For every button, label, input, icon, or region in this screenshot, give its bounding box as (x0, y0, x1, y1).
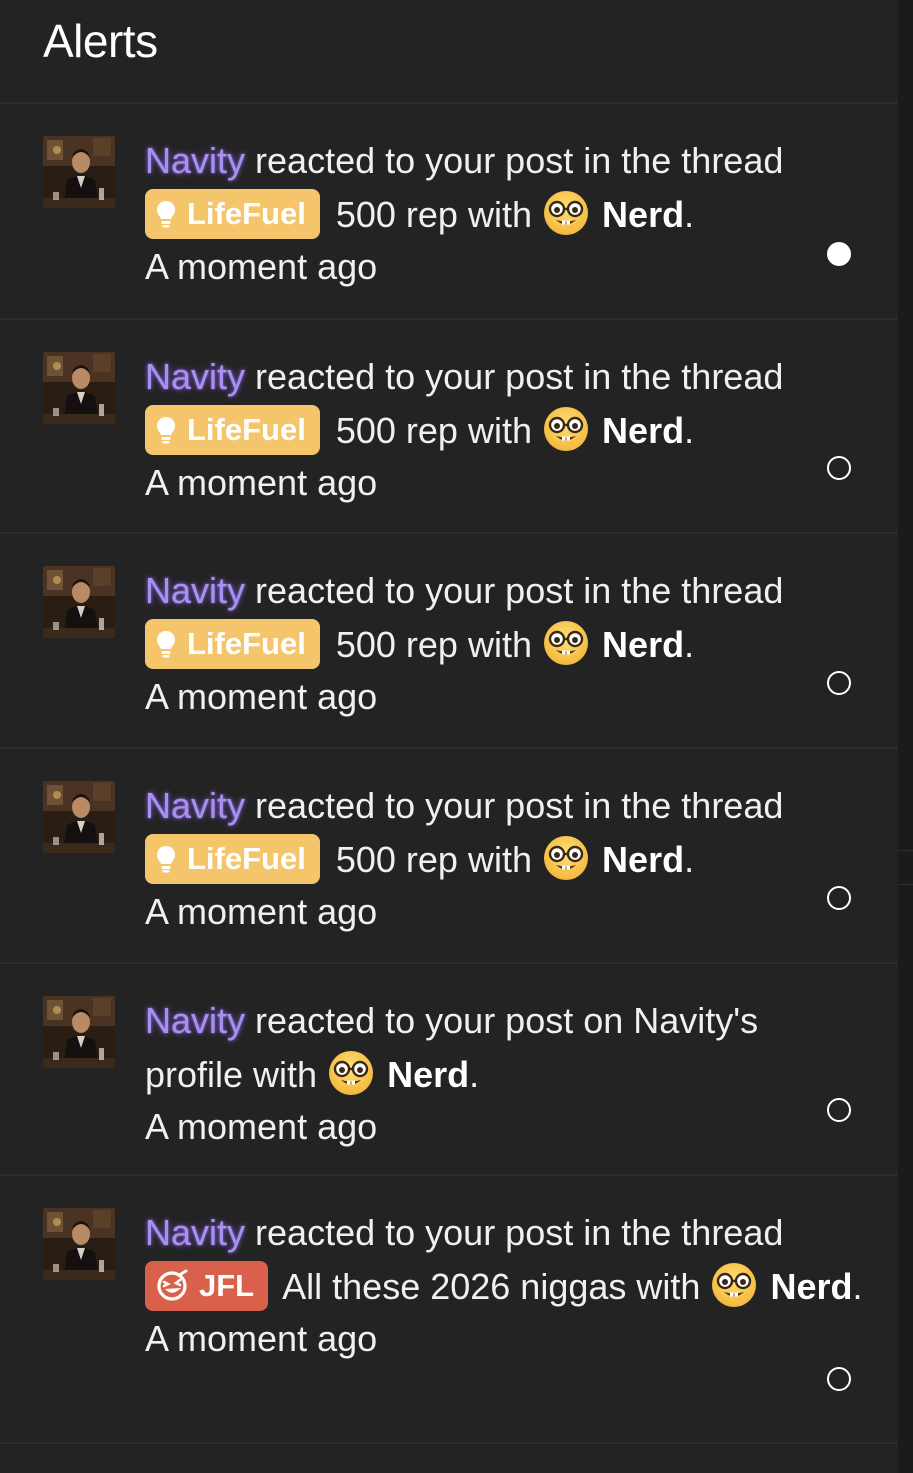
nerd-face-emoji-icon (542, 619, 590, 667)
alert-period: . (684, 410, 695, 451)
alert-timestamp: A moment ago (145, 891, 378, 933)
alert-text: with (636, 1266, 701, 1307)
thread-prefix-badge[interactable]: JFL (145, 1261, 269, 1312)
alert-period: . (469, 1054, 480, 1095)
mark-unread-toggle[interactable] (827, 1367, 851, 1391)
alert-text: with (467, 194, 533, 235)
thread-title-link[interactable]: 500 rep (336, 194, 458, 235)
nerd-face-emoji-icon (710, 1261, 758, 1309)
thread-title-link[interactable]: 500 rep (336, 624, 458, 665)
alert-text: with (467, 624, 533, 665)
alert-item[interactable]: Navity reacted to your post in the threa… (0, 1176, 898, 1444)
lightbulb-icon (155, 844, 177, 874)
nerd-face-emoji-icon (542, 834, 590, 882)
lightbulb-icon (155, 629, 177, 659)
alert-body: Navity reacted to your post in the threa… (145, 564, 865, 722)
alert-timestamp: A moment ago (145, 1318, 378, 1360)
reaction-name: Nerd (602, 194, 685, 235)
scrollbar[interactable] (898, 0, 913, 1473)
nerd-face-emoji-icon (327, 1049, 375, 1097)
avatar[interactable] (43, 566, 115, 638)
prefix-label: LifeFuel (187, 196, 306, 232)
mark-read-toggle[interactable] (827, 242, 851, 266)
reaction-name: Nerd (602, 410, 685, 451)
alert-text: reacted to your post in the thread (255, 570, 784, 611)
avatar[interactable] (43, 136, 115, 208)
nerd-face-emoji-icon (542, 405, 590, 453)
alert-timestamp: A moment ago (145, 1106, 378, 1147)
reaction-name: Nerd (602, 839, 685, 880)
alert-body: Navity reacted to your post in the threa… (145, 350, 865, 508)
mark-unread-toggle[interactable] (827, 1098, 851, 1122)
username-link[interactable]: Navity (145, 1000, 245, 1041)
username-link[interactable]: Navity (145, 356, 245, 397)
alert-period: . (684, 194, 695, 235)
thread-title-link[interactable]: All these 2026 niggas (282, 1266, 626, 1307)
thread-prefix-badge[interactable]: LifeFuel (145, 189, 320, 240)
thread-title-link[interactable]: 500 rep (336, 839, 458, 880)
laughing-face-icon (155, 1269, 189, 1303)
alert-timestamp: A moment ago (145, 676, 378, 718)
mark-unread-toggle[interactable] (827, 456, 851, 480)
alert-item[interactable]: Navity reacted to your post on Navity's … (0, 964, 898, 1176)
alerts-header: Alerts (0, 0, 898, 104)
reaction-name: Nerd (770, 1266, 853, 1307)
reaction-name: Nerd (387, 1054, 470, 1095)
lightbulb-icon (155, 415, 177, 445)
prefix-label: LifeFuel (187, 412, 306, 448)
avatar[interactable] (43, 1208, 115, 1280)
avatar[interactable] (43, 996, 115, 1068)
alert-text: reacted to your post in the thread (255, 785, 784, 826)
alert-text: reacted to your post in the thread (255, 356, 784, 397)
mark-unread-toggle[interactable] (827, 671, 851, 695)
alert-timestamp: A moment ago (145, 246, 378, 288)
alert-period: . (684, 839, 695, 880)
alert-text: reacted to your post in the thread (255, 1212, 784, 1253)
alert-text: with (467, 839, 533, 880)
thread-prefix-badge[interactable]: LifeFuel (145, 619, 320, 670)
alert-item[interactable]: Navity reacted to your post in the threa… (0, 320, 898, 534)
username-link[interactable]: Navity (145, 785, 245, 826)
mark-unread-toggle[interactable] (827, 886, 851, 910)
alert-period: . (852, 1266, 863, 1307)
alert-item[interactable]: Navity reacted to your post in the threa… (0, 104, 898, 320)
reaction-name: Nerd (602, 624, 685, 665)
alert-body: Navity reacted to your post on Navity's … (145, 994, 865, 1152)
page-title: Alerts (43, 15, 158, 67)
prefix-label: JFL (199, 1268, 255, 1304)
username-link[interactable]: Navity (145, 570, 245, 611)
alert-text: reacted to your post in the thread (255, 140, 784, 181)
alert-item[interactable]: Navity reacted to your post in the threa… (0, 534, 898, 749)
username-link[interactable]: Navity (145, 1212, 245, 1253)
lightbulb-icon (155, 199, 177, 229)
alert-body: Navity reacted to your post in the threa… (145, 134, 865, 292)
alert-timestamp: A moment ago (145, 462, 378, 504)
thread-title-link[interactable]: 500 rep (336, 410, 458, 451)
nerd-face-emoji-icon (542, 189, 590, 237)
alerts-panel: Alerts Navity reacted to your post in th… (0, 0, 898, 1473)
thread-prefix-badge[interactable]: LifeFuel (145, 834, 320, 885)
alert-item[interactable]: Navity reacted to your post in the threa… (0, 749, 898, 964)
thread-prefix-badge[interactable]: LifeFuel (145, 405, 320, 456)
scrollbar-mark (898, 884, 913, 885)
prefix-label: LifeFuel (187, 626, 306, 662)
alert-list: Navity reacted to your post in the threa… (0, 104, 898, 1444)
alert-period: . (684, 624, 695, 665)
avatar[interactable] (43, 352, 115, 424)
alert-body: Navity reacted to your post in the threa… (145, 779, 865, 937)
alert-text: with (467, 410, 533, 451)
username-link[interactable]: Navity (145, 140, 245, 181)
alert-body: Navity reacted to your post in the threa… (145, 1206, 865, 1364)
avatar[interactable] (43, 781, 115, 853)
scrollbar-mark (898, 850, 913, 851)
prefix-label: LifeFuel (187, 841, 306, 877)
